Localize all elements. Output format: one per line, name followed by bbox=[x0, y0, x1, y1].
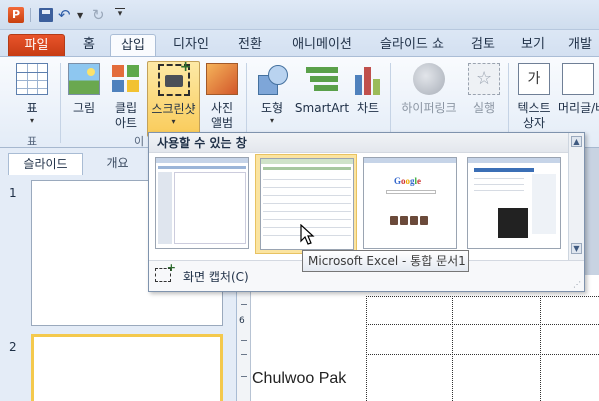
clipart-label-line2: 아트 bbox=[114, 116, 138, 130]
tab-developer[interactable]: 개발 bbox=[560, 34, 599, 57]
customize-qat-button[interactable]: ▾ bbox=[115, 8, 125, 19]
guide-line bbox=[366, 324, 599, 325]
action-label: 실행 bbox=[472, 101, 496, 115]
resize-grip-icon[interactable]: ⋰ bbox=[573, 280, 581, 289]
save-button[interactable] bbox=[38, 7, 54, 23]
header-footer-button[interactable]: 머리글/바 bbox=[558, 63, 599, 116]
window-preview bbox=[467, 157, 561, 249]
screen-clipping-label: 화면 캡처(C) bbox=[183, 270, 249, 284]
clipart-label-line1: 클립 bbox=[114, 101, 138, 115]
group-separator bbox=[390, 63, 391, 143]
images-group-caption: 이 bbox=[134, 135, 145, 148]
window-preview bbox=[155, 157, 249, 249]
chart-button[interactable]: 차트 bbox=[350, 63, 386, 116]
picture-icon bbox=[68, 63, 100, 95]
hyperlink-label: 하이퍼링크 bbox=[401, 101, 457, 115]
shapes-button[interactable]: 도형 ▾ bbox=[252, 63, 292, 126]
tab-animations[interactable]: 애니메이션 bbox=[280, 34, 364, 57]
picture-label: 그림 bbox=[72, 101, 96, 115]
photo-album-label-line1: 사진 bbox=[210, 101, 234, 115]
header-footer-icon bbox=[562, 63, 594, 95]
window-preview: Google bbox=[363, 157, 457, 249]
ribbon-tab-row: 파일 홈 삽입 디자인 전환 애니메이션 슬라이드 쇼 검토 보기 개발 bbox=[0, 30, 599, 58]
slide-number: 2 bbox=[9, 340, 17, 354]
screenshot-label: 스크린샷 bbox=[151, 102, 196, 116]
window-thumbnail[interactable] bbox=[151, 154, 253, 254]
table-dropdown-icon: ▾ bbox=[29, 116, 34, 125]
table-button[interactable]: 표 ▾ bbox=[10, 63, 54, 126]
tab-insert[interactable]: 삽입 bbox=[110, 34, 156, 58]
action-star-icon bbox=[468, 63, 500, 95]
textbox-button[interactable]: 가 텍스트 상자 bbox=[512, 63, 556, 131]
save-icon bbox=[39, 8, 53, 22]
gallery-scrollbar[interactable]: ▲ ▼ bbox=[568, 133, 584, 260]
qat-separator bbox=[30, 8, 31, 22]
ruler-number: 6 bbox=[239, 316, 245, 326]
tables-group-caption: 표 bbox=[27, 135, 38, 148]
window-thumbnail[interactable]: Google bbox=[359, 154, 461, 254]
shapes-icon bbox=[256, 63, 288, 95]
powerpoint-app-icon[interactable]: P bbox=[8, 7, 24, 23]
mouse-cursor-icon bbox=[300, 224, 315, 245]
undo-button[interactable]: ↶ bbox=[58, 7, 74, 23]
shapes-label: 도형 bbox=[260, 101, 284, 115]
scroll-down-icon[interactable]: ▼ bbox=[571, 243, 582, 254]
group-separator bbox=[246, 63, 247, 143]
window-thumbnail[interactable] bbox=[463, 154, 565, 254]
tab-slideshow[interactable]: 슬라이드 쇼 bbox=[370, 34, 454, 57]
vertical-ruler: 6 bbox=[237, 280, 251, 401]
textbox-icon: 가 bbox=[518, 63, 550, 95]
screenshot-icon bbox=[157, 59, 192, 96]
smartart-label: SmartArt bbox=[294, 101, 350, 115]
tab-transitions[interactable]: 전환 bbox=[226, 34, 274, 57]
hyperlink-button: 하이퍼링크 bbox=[396, 63, 462, 116]
guide-line bbox=[540, 296, 541, 401]
photo-album-icon bbox=[206, 63, 238, 95]
group-separator bbox=[508, 63, 509, 143]
tab-slides[interactable]: 슬라이드 bbox=[8, 153, 83, 175]
slide-number: 1 bbox=[9, 186, 17, 200]
textbox-label-line2: 상자 bbox=[522, 116, 546, 130]
smartart-button[interactable]: SmartArt bbox=[294, 63, 350, 116]
tab-view[interactable]: 보기 bbox=[510, 34, 556, 57]
tab-design[interactable]: 디자인 bbox=[162, 34, 220, 57]
table-label: 표 bbox=[26, 101, 38, 115]
textbox-label-line1: 텍스트 bbox=[517, 101, 551, 115]
photo-album-button[interactable]: 사진 앨범 bbox=[202, 63, 242, 131]
table-icon bbox=[16, 63, 48, 95]
hyperlink-icon bbox=[413, 63, 445, 95]
chart-label: 차트 bbox=[356, 101, 380, 115]
slide-thumbnail-selected[interactable] bbox=[31, 334, 223, 401]
screen-clipping-icon bbox=[155, 261, 176, 282]
tab-outline[interactable]: 개요 bbox=[85, 153, 150, 175]
shapes-dropdown-icon: ▾ bbox=[269, 116, 274, 125]
undo-dropdown-arrow-icon[interactable]: ▼ bbox=[77, 11, 83, 20]
google-logo: Google bbox=[394, 176, 422, 186]
tab-review[interactable]: 검토 bbox=[460, 34, 506, 57]
clipart-button[interactable]: 클립 아트 bbox=[106, 63, 146, 131]
redo-button: ↻ bbox=[92, 6, 105, 24]
guide-line bbox=[366, 296, 367, 401]
group-separator bbox=[60, 63, 61, 143]
action-button: 실행 bbox=[464, 63, 504, 116]
guide-line bbox=[366, 296, 599, 297]
screenshot-dropdown-icon: ▾ bbox=[171, 117, 176, 126]
clipart-icon bbox=[110, 63, 142, 95]
scroll-up-icon[interactable]: ▲ bbox=[571, 136, 582, 147]
photo-album-label-line2: 앨범 bbox=[210, 116, 234, 130]
window-tooltip: Microsoft Excel - 통합 문서1 bbox=[302, 250, 469, 272]
picture-button[interactable]: 그림 bbox=[64, 63, 104, 116]
available-windows-header: 사용할 수 있는 창 bbox=[149, 133, 569, 153]
chart-icon bbox=[352, 63, 384, 95]
guide-line bbox=[452, 296, 453, 401]
header-footer-label: 머리글/바 bbox=[558, 101, 599, 115]
slide-author-text[interactable]: Chulwoo Pak bbox=[252, 370, 346, 388]
tab-file[interactable]: 파일 bbox=[8, 34, 65, 57]
title-bar: P ↶ ▼ ↻ ▾ bbox=[0, 0, 599, 30]
screenshot-button[interactable]: 스크린샷 ▾ bbox=[147, 59, 200, 137]
smartart-icon bbox=[306, 63, 338, 95]
tab-home[interactable]: 홈 bbox=[72, 34, 106, 57]
guide-line bbox=[366, 354, 599, 355]
